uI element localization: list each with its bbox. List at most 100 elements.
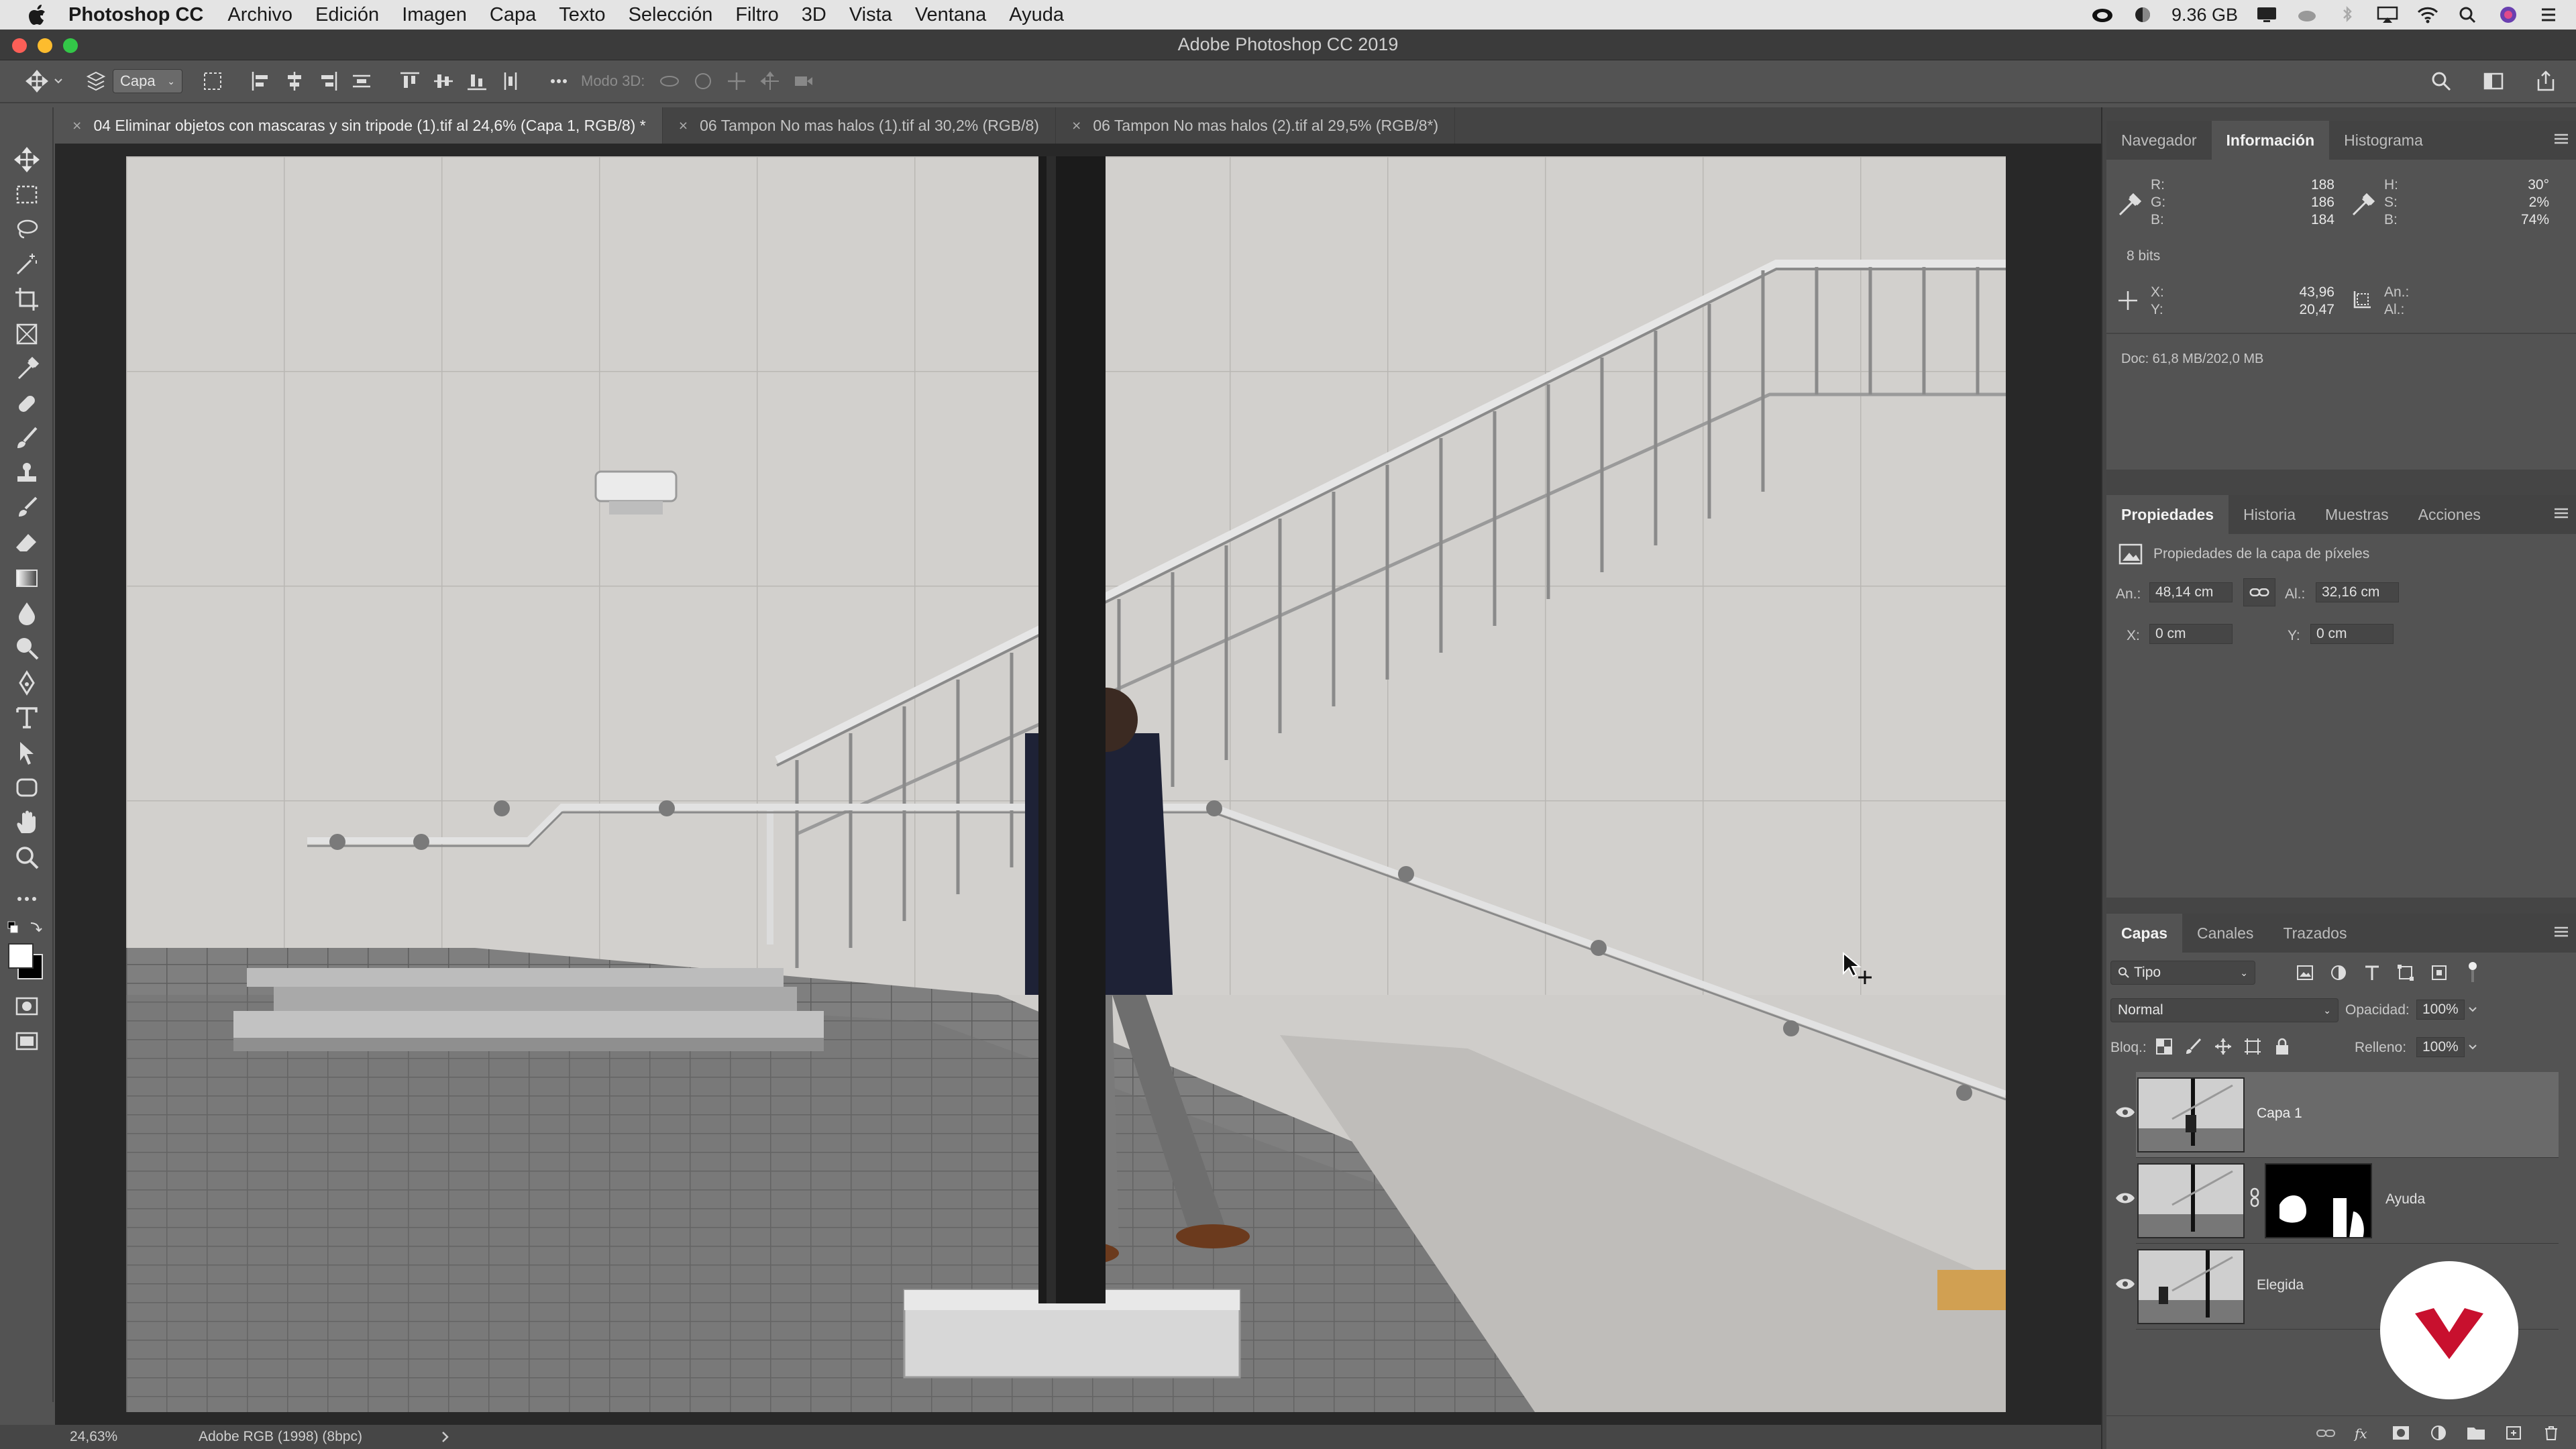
foreground-color-swatch[interactable] [8, 943, 34, 969]
auto-select-layers-icon[interactable] [85, 70, 107, 93]
tab-informacion[interactable]: Información [2211, 121, 2330, 160]
workspace-icon[interactable] [2482, 70, 2505, 93]
airplay-icon[interactable] [2376, 5, 2399, 24]
distribute-icon[interactable] [350, 70, 373, 93]
zoom-tool-icon[interactable] [13, 844, 40, 871]
menu-archivo[interactable]: Archivo [227, 4, 292, 26]
opacity-field[interactable]: 100% [2416, 1000, 2465, 1020]
move-tool-preset-icon[interactable] [25, 70, 48, 93]
minimize-window-button[interactable] [38, 38, 52, 53]
screen-mode-icon[interactable] [13, 1028, 40, 1055]
clone-stamp-tool-icon[interactable] [13, 460, 40, 487]
filter-pixel-icon[interactable] [2296, 963, 2314, 982]
zoom-window-button[interactable] [63, 38, 78, 53]
dodge-tool-icon[interactable] [13, 635, 40, 661]
memory-monitor-icon[interactable] [2131, 5, 2154, 24]
chevron-down-icon[interactable] [2467, 1005, 2478, 1014]
lock-artboard-icon[interactable] [2243, 1037, 2262, 1056]
link-icon[interactable] [2243, 578, 2275, 606]
tab-historia[interactable]: Historia [2229, 495, 2310, 534]
wifi-icon[interactable] [2416, 5, 2439, 24]
eye-visibility-icon[interactable] [2114, 1190, 2136, 1206]
crop-tool-icon[interactable] [13, 286, 40, 313]
lock-image-pixels-icon[interactable] [2184, 1037, 2203, 1056]
layer-name[interactable]: Capa 1 [2257, 1106, 2302, 1122]
history-brush-tool-icon[interactable] [13, 495, 40, 522]
tab-document-3[interactable]: × 06 Tampon No mas halos (2).tif al 29,5%… [1056, 107, 1456, 144]
lasso-tool-icon[interactable] [13, 216, 40, 243]
spotlight-search-icon[interactable] [2457, 5, 2479, 24]
document-canvas[interactable] [126, 156, 2006, 1412]
brush-tool-icon[interactable] [13, 425, 40, 452]
menu-filtro[interactable]: Filtro [735, 4, 778, 26]
eraser-tool-icon[interactable] [13, 530, 40, 557]
filter-adjustment-icon[interactable] [2329, 963, 2348, 982]
layer-mask-thumbnail[interactable] [2265, 1163, 2372, 1238]
menu-ayuda[interactable]: Ayuda [1009, 4, 1064, 26]
hand-tool-icon[interactable] [13, 809, 40, 836]
app-menu[interactable]: Photoshop CC [68, 4, 203, 26]
link-layers-icon[interactable] [2316, 1425, 2336, 1441]
distribute-vertical-icon[interactable] [499, 70, 522, 93]
menu-edicion[interactable]: Edición [315, 4, 379, 26]
close-tab-icon[interactable]: × [72, 117, 81, 135]
eyedropper-icon[interactable] [2116, 192, 2143, 219]
tab-histograma[interactable]: Histograma [2329, 121, 2438, 160]
menu-capa[interactable]: Capa [490, 4, 536, 26]
siri-icon[interactable] [2497, 5, 2520, 24]
close-tab-icon[interactable]: × [679, 117, 688, 135]
fill-field[interactable]: 100% [2416, 1037, 2465, 1057]
panel-menu-icon[interactable] [2553, 133, 2569, 145]
zoom-level[interactable]: 24,63% [70, 1429, 191, 1445]
notification-center-icon[interactable] [2537, 5, 2560, 24]
align-bottom-edges-icon[interactable] [466, 70, 488, 93]
layer-name[interactable]: Ayuda [2385, 1191, 2425, 1208]
shape-tool-icon[interactable] [13, 774, 40, 801]
menu-seleccion[interactable]: Selección [629, 4, 713, 26]
layer-name[interactable]: Elegida [2257, 1277, 2304, 1293]
align-top-edges-icon[interactable] [398, 70, 421, 93]
chevron-down-icon[interactable] [2467, 1042, 2478, 1052]
new-adjustment-layer-icon[interactable] [2428, 1425, 2449, 1441]
x-field[interactable]: 0 cm [2149, 624, 2233, 644]
layer-row-ayuda[interactable]: Ayuda [2136, 1158, 2559, 1244]
eyedropper-tool-icon[interactable] [13, 356, 40, 382]
height-field[interactable]: 32,16 cm [2316, 582, 2399, 602]
blend-mode-dropdown[interactable]: Normal ⌄ [2110, 998, 2339, 1022]
filter-smart-object-icon[interactable] [2430, 963, 2449, 982]
close-window-button[interactable] [12, 38, 27, 53]
lock-all-icon[interactable] [2273, 1037, 2292, 1056]
mask-link-icon[interactable] [2249, 1187, 2261, 1208]
lock-position-icon[interactable] [2214, 1037, 2233, 1056]
eyedropper-hsb-icon[interactable] [2349, 192, 2376, 219]
filter-shape-icon[interactable] [2396, 963, 2415, 982]
tab-canales[interactable]: Canales [2182, 914, 2268, 953]
bluetooth-icon[interactable] [2336, 5, 2359, 24]
move-tool-icon[interactable] [13, 146, 40, 173]
tab-acciones[interactable]: Acciones [2404, 495, 2496, 534]
creative-cloud-icon[interactable] [2091, 5, 2114, 24]
search-icon[interactable] [2430, 70, 2453, 93]
menu-texto[interactable]: Texto [559, 4, 605, 26]
align-right-edges-icon[interactable] [317, 70, 339, 93]
y-field[interactable]: 0 cm [2310, 624, 2394, 644]
magic-wand-tool-icon[interactable] [13, 251, 40, 278]
gradient-tool-icon[interactable] [13, 565, 40, 592]
healing-brush-tool-icon[interactable] [13, 390, 40, 417]
tab-navegador[interactable]: Navegador [2106, 121, 2212, 160]
tab-document-active[interactable]: × 04 Eliminar objetos con mascaras y sin … [56, 107, 663, 144]
menu-vista[interactable]: Vista [849, 4, 892, 26]
menu-imagen[interactable]: Imagen [402, 4, 467, 26]
display-icon[interactable] [2255, 5, 2278, 24]
filter-toggle-icon[interactable] [2465, 961, 2481, 985]
tab-capas[interactable]: Capas [2106, 914, 2183, 953]
eye-visibility-icon[interactable] [2114, 1104, 2136, 1120]
layer-filter-dropdown[interactable]: Tipo ⌄ [2110, 961, 2255, 985]
apple-icon[interactable] [27, 3, 47, 26]
quick-mask-icon[interactable] [13, 993, 40, 1020]
menu-ventana[interactable]: Ventana [915, 4, 986, 26]
width-field[interactable]: 48,14 cm [2149, 582, 2233, 602]
layer-row-capa-1[interactable]: Capa 1 [2136, 1072, 2559, 1158]
eye-visibility-icon[interactable] [2114, 1276, 2136, 1292]
transform-controls-icon[interactable] [201, 70, 224, 93]
